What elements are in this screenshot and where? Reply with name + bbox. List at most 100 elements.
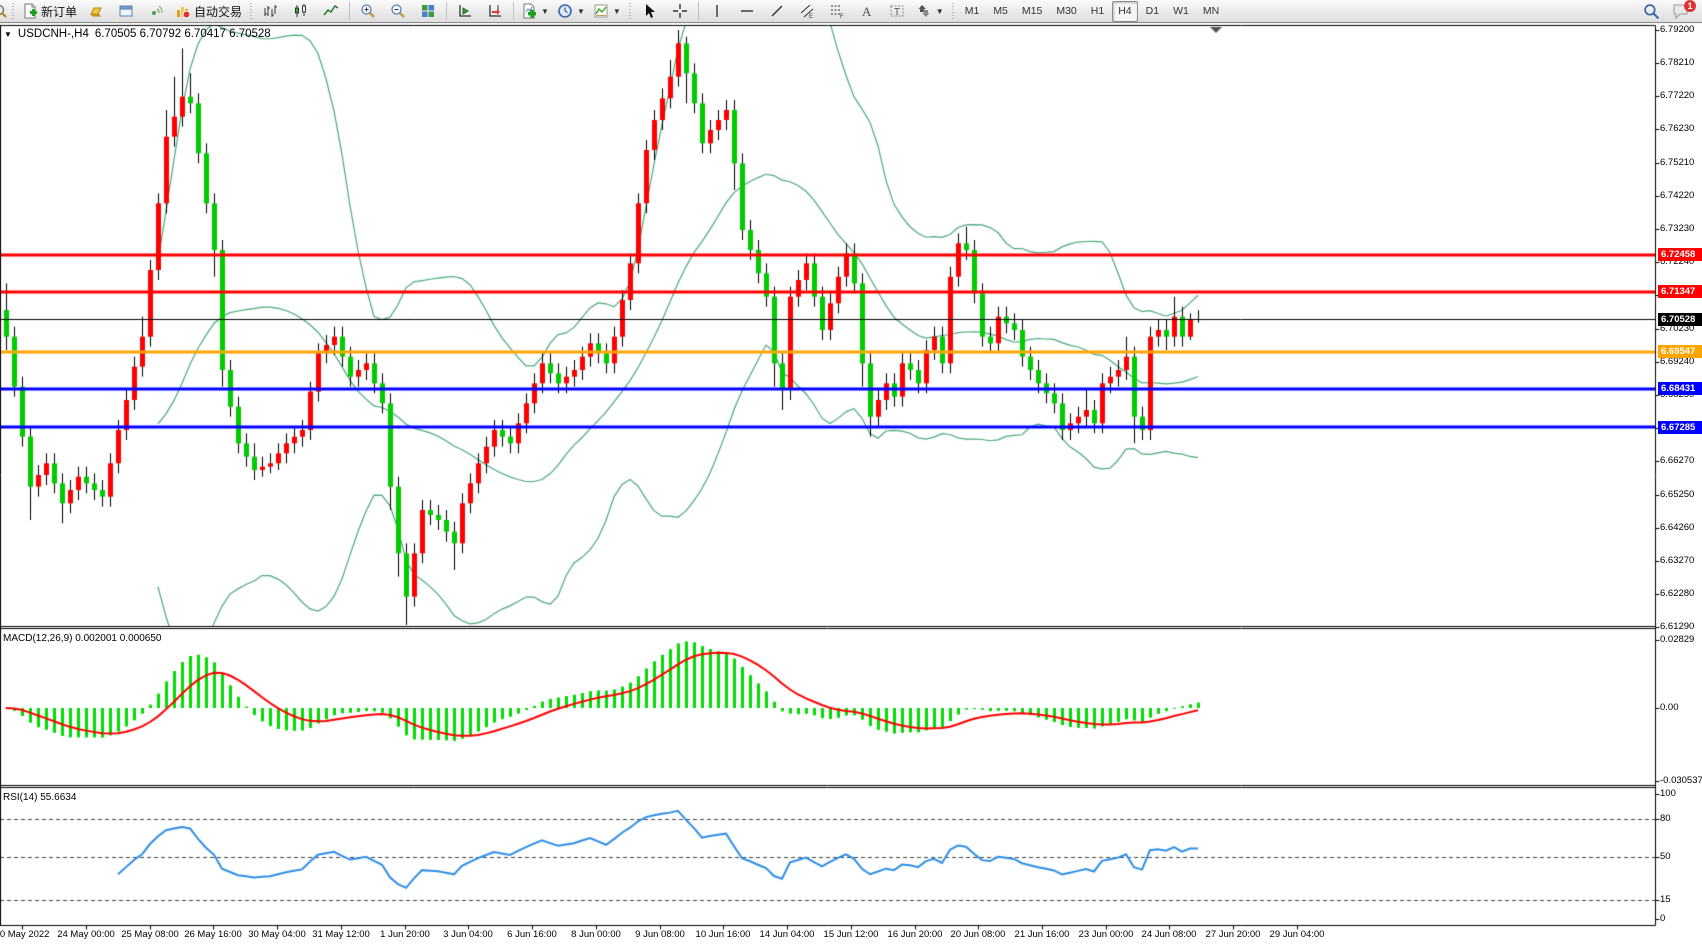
channel-icon: E (799, 3, 815, 19)
new-chart-dropdown[interactable]: ▼ (518, 0, 552, 22)
level-badge: 6.69547 (1658, 345, 1702, 358)
price-tick-label: 6.65250 (1660, 489, 1694, 500)
vertical-line-icon (709, 3, 725, 19)
text-label-button[interactable]: T (883, 0, 911, 22)
chevron-down-icon[interactable]: ▼ (4, 30, 12, 39)
bar-chart-button[interactable] (257, 0, 285, 22)
dropdown-caret: ▼ (936, 7, 944, 16)
search-icon (1643, 3, 1660, 20)
vertical-line-button[interactable] (703, 0, 731, 22)
cursor-icon (642, 3, 658, 19)
timeframe-button-M1[interactable]: M1 (959, 1, 986, 22)
dropdown-caret: ▼ (577, 7, 585, 16)
new-order-button[interactable]: 新订单 (19, 0, 80, 22)
candlestick-chart-button[interactable] (287, 0, 315, 22)
toolbar: 新订单 自动交易 ▼ ▼ ▼ E F A T ▼ M1M5M15M30H1H4D… (0, 0, 1702, 23)
notifications-button[interactable]: 1 (1667, 0, 1695, 22)
toolbar-grip[interactable] (951, 3, 956, 19)
notification-badge: 1 (1684, 0, 1696, 12)
text-icon: A (859, 3, 875, 19)
signals-button[interactable] (142, 0, 170, 22)
fibonacci-icon: F (829, 3, 845, 19)
periods-dropdown[interactable]: ▼ (554, 0, 588, 22)
tile-windows-icon (420, 3, 436, 19)
zoom-in-button[interactable] (354, 0, 382, 22)
price-tick-label: 6.62280 (1660, 588, 1694, 599)
autotrading-label: 自动交易 (194, 3, 242, 20)
timeframe-group: M1M5M15M30H1H4D1W1MN (958, 1, 1226, 22)
time-axis-label: 30 May 04:00 (248, 929, 306, 940)
price-tick-label: 6.66270 (1660, 455, 1694, 466)
price-tick-label: 6.64260 (1660, 522, 1694, 533)
autotrading-button[interactable]: 自动交易 (172, 0, 245, 22)
clock-icon (557, 3, 573, 19)
arrows-dropdown[interactable]: ▼ (913, 0, 947, 22)
time-axis-label: 25 May 08:00 (121, 929, 179, 940)
toolbar-grip[interactable] (249, 3, 254, 19)
candlestick-icon (293, 3, 309, 19)
toolbar-grip[interactable] (11, 3, 16, 19)
dropdown-caret: ▼ (541, 7, 549, 16)
time-axis-label: 20 Jun 08:00 (951, 929, 1006, 940)
macd-label: MACD(12,26,9) 0.002001 0.000650 (3, 633, 161, 644)
crosshair-button[interactable] (666, 0, 694, 22)
chart-shift-icon (487, 3, 503, 19)
rsi-scale-label: 15 (1660, 894, 1671, 905)
tile-windows-button[interactable] (414, 0, 442, 22)
svg-text:A: A (862, 4, 872, 19)
search-button[interactable] (1637, 0, 1665, 22)
chart-canvas[interactable] (0, 0, 1702, 946)
time-axis-label: 24 Jun 08:00 (1142, 929, 1197, 940)
macd-scale-label: -0.030537 (1660, 775, 1702, 786)
trendline-button[interactable] (763, 0, 791, 22)
zoom-out-icon (390, 3, 406, 19)
zoom-out-button[interactable] (384, 0, 412, 22)
clipped-icon (0, 3, 8, 19)
trendline-icon (769, 3, 785, 19)
time-axis-label: 8 Jun 00:00 (571, 929, 621, 940)
price-tick-label: 6.77220 (1660, 90, 1694, 101)
toolbar-grip[interactable] (628, 3, 633, 19)
timeframe-button-MN[interactable]: MN (1197, 1, 1225, 22)
chart-ohlc-values: 6.70505 6.70792 6.70417 6.70528 (95, 28, 271, 40)
level-badge: 6.67285 (1658, 421, 1702, 434)
timeframe-button-M30[interactable]: M30 (1050, 1, 1082, 22)
arrows-icon (916, 3, 932, 19)
crosshair-icon (672, 3, 688, 19)
templates-dropdown[interactable]: ▼ (590, 0, 624, 22)
gold-bar-icon (88, 3, 104, 19)
timeframe-button-H4[interactable]: H4 (1112, 1, 1137, 22)
signal-waves-icon (148, 3, 164, 19)
rsi-scale-label: 100 (1660, 788, 1676, 799)
text-label-icon: T (889, 3, 905, 19)
metaeditor-button[interactable] (82, 0, 110, 22)
auto-scroll-icon (457, 3, 473, 19)
timeframe-button-H1[interactable]: H1 (1085, 1, 1110, 22)
price-tick-label: 6.79200 (1660, 24, 1694, 35)
svg-text:T: T (894, 7, 900, 18)
time-axis-label: 16 Jun 20:00 (888, 929, 943, 940)
time-axis-label: 31 May 12:00 (312, 929, 370, 940)
horizontal-line-icon (739, 3, 755, 19)
timeframe-button-M15[interactable]: M15 (1016, 1, 1048, 22)
text-button[interactable]: A (853, 0, 881, 22)
equidistant-channel-button[interactable]: E (793, 0, 821, 22)
time-axis-label: 26 May 16:00 (184, 929, 242, 940)
terminal-button[interactable] (112, 0, 140, 22)
chart-shift-button[interactable] (481, 0, 509, 22)
time-axis-label: 23 Jun 00:00 (1079, 929, 1134, 940)
timeframe-button-D1[interactable]: D1 (1140, 1, 1165, 22)
horizontal-line-button[interactable] (733, 0, 761, 22)
dropdown-caret: ▼ (613, 7, 621, 16)
auto-scroll-button[interactable] (451, 0, 479, 22)
time-axis-label: 27 Jun 20:00 (1206, 929, 1261, 940)
cursor-button[interactable] (636, 0, 664, 22)
svg-text:F: F (840, 14, 844, 19)
price-tick-label: 6.63270 (1660, 555, 1694, 566)
level-badge: 6.72458 (1658, 248, 1702, 261)
fibonacci-button[interactable]: F (823, 0, 851, 22)
time-axis-label: 15 Jun 12:00 (824, 929, 879, 940)
timeframe-button-M5[interactable]: M5 (987, 1, 1014, 22)
timeframe-button-W1[interactable]: W1 (1167, 1, 1195, 22)
line-chart-button[interactable] (317, 0, 345, 22)
